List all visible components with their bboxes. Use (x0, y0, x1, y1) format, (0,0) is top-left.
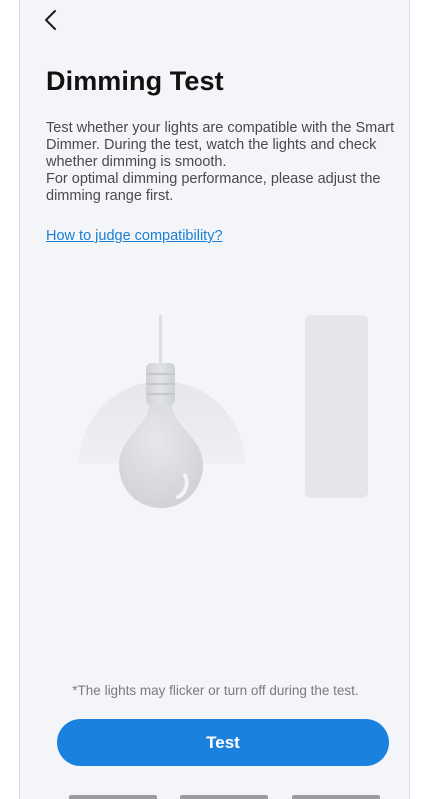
nav-bar-segment (180, 795, 268, 799)
nav-bar-segment (292, 795, 380, 799)
description-paragraph: For optimal dimming performance, please … (46, 171, 381, 204)
illustration (77, 315, 377, 515)
screen: Dimming Test Test whether your lights ar… (19, 0, 410, 799)
description-paragraph: Test whether your lights are compatible … (46, 120, 395, 170)
page-title: Dimming Test (46, 66, 224, 96)
warning-note: *The lights may flicker or turn off duri… (72, 683, 359, 698)
description: Test whether your lights are compatible … (46, 120, 406, 205)
nav-bar-segment (69, 795, 157, 799)
compatibility-link[interactable]: How to judge compatibility? (46, 228, 223, 244)
test-button[interactable]: Test (57, 719, 389, 766)
back-button[interactable] (40, 6, 64, 34)
dimmer-switch-icon (305, 315, 368, 498)
chevron-left-icon (45, 10, 56, 30)
